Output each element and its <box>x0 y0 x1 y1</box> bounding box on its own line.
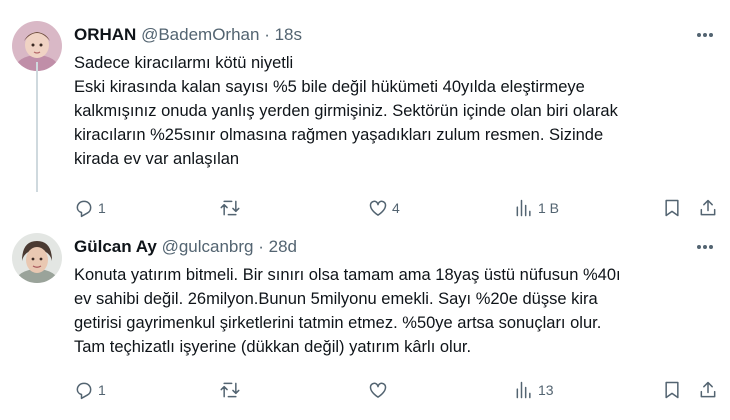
tweet[interactable]: ORHAN @BademOrhan · 18s Sadece kiracılar… <box>0 0 730 228</box>
action-bar: 1 4 1 B <box>74 196 724 220</box>
like-icon <box>369 382 387 398</box>
tweet-header: ORHAN @BademOrhan · 18s <box>74 24 302 46</box>
views-icon <box>516 381 531 399</box>
author-handle[interactable]: @gulcanbrg <box>162 237 254 256</box>
reply-icon <box>76 200 92 218</box>
tweet-line: Konuta yatırım bitmeli. Bir sınırı olsa … <box>74 266 621 284</box>
views-button[interactable]: 13 <box>514 378 554 402</box>
reply-icon <box>76 382 92 400</box>
tweet-line: Tam teçhizatlı işyerine (dükkan değil) y… <box>74 338 472 356</box>
retweet-icon <box>220 382 240 398</box>
reply-count: 1 <box>98 200 106 216</box>
reply-button[interactable]: 1 <box>74 196 106 220</box>
author-name[interactable]: ORHAN <box>74 25 136 44</box>
views-button[interactable]: 1 B <box>514 196 559 220</box>
retweet-button[interactable] <box>220 378 244 402</box>
like-icon <box>369 200 387 216</box>
tweet-line: kirada ev var anlaşılan <box>74 150 240 168</box>
like-button[interactable] <box>368 378 392 402</box>
tweet-line: getirisi gayrimenkul şirketlerini tatmin… <box>74 314 602 332</box>
tweet-header: Gülcan Ay @gulcanbrg · 28d <box>74 236 297 258</box>
bookmark-button[interactable] <box>662 196 682 220</box>
more-icon[interactable] <box>694 24 716 46</box>
share-button[interactable] <box>698 196 718 220</box>
tweet-line: Eski kirasında kalan sayısı %5 bile deği… <box>74 78 585 96</box>
like-button[interactable]: 4 <box>368 196 400 220</box>
bookmark-icon <box>665 199 679 217</box>
share-icon <box>700 199 716 216</box>
tweet-text: Konuta yatırım bitmeli. Bir sınırı olsa … <box>74 263 714 359</box>
tweet-line: Sadece kiracılarmı kötü niyetli <box>74 54 294 72</box>
tweet-line: kalkmışınız onuda yanlış yerden girmişin… <box>74 102 618 120</box>
avatar[interactable] <box>12 233 62 283</box>
retweet-icon <box>220 200 240 216</box>
author-handle[interactable]: @BademOrhan <box>141 25 259 44</box>
author-name[interactable]: Gülcan Ay <box>74 237 157 256</box>
bookmark-button[interactable] <box>662 378 682 402</box>
more-icon[interactable] <box>694 236 716 258</box>
tweet[interactable]: Gülcan Ay @gulcanbrg · 28d Konuta yatırı… <box>0 228 730 420</box>
reply-count: 1 <box>98 382 106 398</box>
share-button[interactable] <box>698 378 718 402</box>
separator: · <box>264 25 270 44</box>
timestamp[interactable]: 28d <box>269 237 297 256</box>
reply-button[interactable]: 1 <box>74 378 106 402</box>
views-count: 13 <box>538 382 554 398</box>
views-icon <box>516 199 531 217</box>
retweet-button[interactable] <box>220 196 244 220</box>
bookmark-icon <box>665 381 679 399</box>
views-count: 1 B <box>538 200 560 216</box>
tweet-text: Sadece kiracılarmı kötü niyetli Eski kir… <box>74 51 714 171</box>
share-icon <box>700 381 716 398</box>
like-count: 4 <box>392 200 400 216</box>
tweet-line: ev sahibi değil. 26milyon.Bunun 5milyonu… <box>74 290 598 308</box>
tweet-line: kiracıların %25sınır olmasına rağmen yaş… <box>74 126 604 144</box>
thread-line <box>36 62 38 192</box>
timestamp[interactable]: 18s <box>275 25 302 44</box>
action-bar: 1 13 <box>74 378 724 402</box>
separator: · <box>258 237 264 256</box>
